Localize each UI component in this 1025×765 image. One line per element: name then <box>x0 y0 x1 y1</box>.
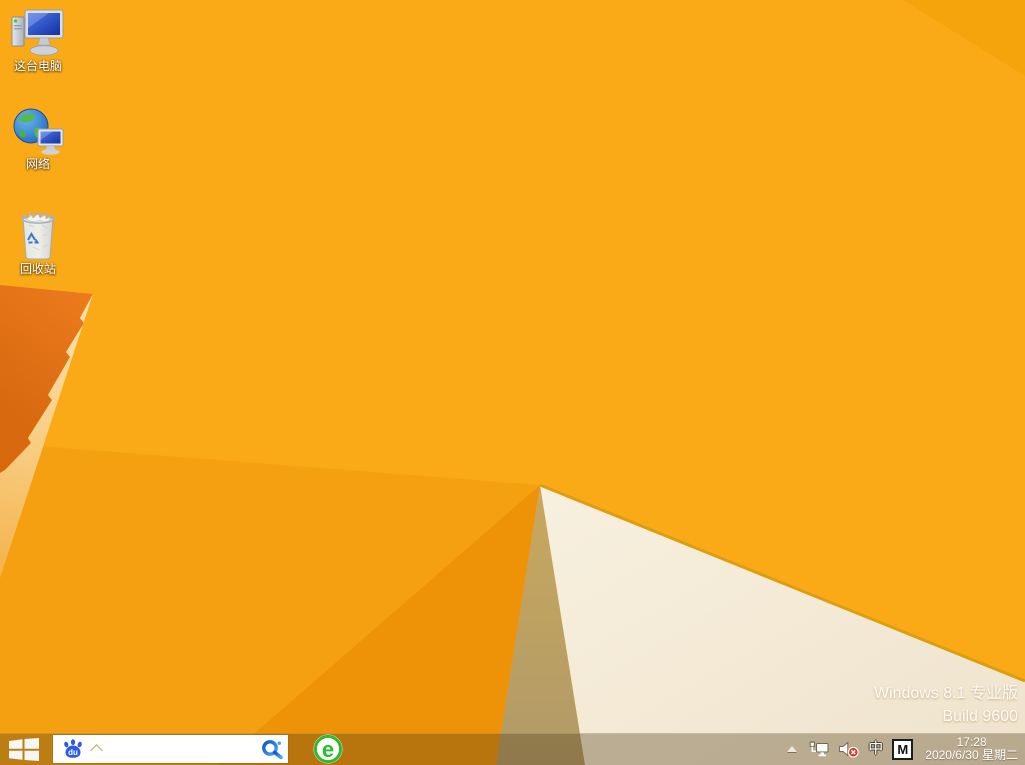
watermark-edition: Windows 8.1 专业版 <box>874 682 1018 705</box>
browser-e-icon: e <box>312 733 344 765</box>
search-magnifier-icon[interactable] <box>260 737 284 761</box>
desktop-icon-label: 这台电脑 <box>1 60 75 73</box>
desktop-icon-network[interactable]: 网络 <box>1 106 75 171</box>
desktop-surface[interactable]: 这台电脑 网络 <box>0 0 1025 765</box>
ime-language-indicator[interactable]: 中 <box>868 741 883 757</box>
start-button[interactable] <box>0 733 48 765</box>
volume-muted-icon[interactable] <box>838 741 859 758</box>
desktop-icon-this-pc[interactable]: 这台电脑 <box>1 8 75 73</box>
tray-expand-icon[interactable] <box>787 746 797 752</box>
svg-text:du: du <box>68 748 78 757</box>
tray-clock[interactable]: 17:28 2020/6/30 星期二 <box>925 736 1018 762</box>
search-input[interactable] <box>107 736 260 762</box>
network-status-icon[interactable] <box>809 741 829 758</box>
watermark-build: Build 9600 <box>874 705 1018 728</box>
chevron-up-icon[interactable] <box>90 744 103 757</box>
wallpaper-image <box>0 0 1025 765</box>
clock-date: 2020/6/30 星期二 <box>925 749 1018 762</box>
ime-mode-badge[interactable]: M <box>892 739 913 760</box>
windows-logo-icon <box>9 738 39 761</box>
desktop-icon-label: 网络 <box>1 158 75 171</box>
recycle-bin-icon <box>16 209 60 261</box>
windows-watermark: Windows 8.1 专业版 Build 9600 <box>874 682 1018 728</box>
this-pc-icon <box>9 8 67 58</box>
desktop-icon-label: 回收站 <box>1 263 75 276</box>
svg-text:e: e <box>322 737 334 762</box>
system-tray: 中 M 17:28 2020/6/30 星期二 <box>787 733 1025 765</box>
browser-360-button[interactable]: e <box>308 733 348 765</box>
baidu-search-box[interactable]: du <box>53 735 288 763</box>
desktop-icon-recycle-bin[interactable]: 回收站 <box>1 209 75 276</box>
baidu-paw-icon: du <box>62 738 84 760</box>
taskbar: du e <box>0 733 1025 765</box>
network-globe-icon <box>11 106 65 156</box>
